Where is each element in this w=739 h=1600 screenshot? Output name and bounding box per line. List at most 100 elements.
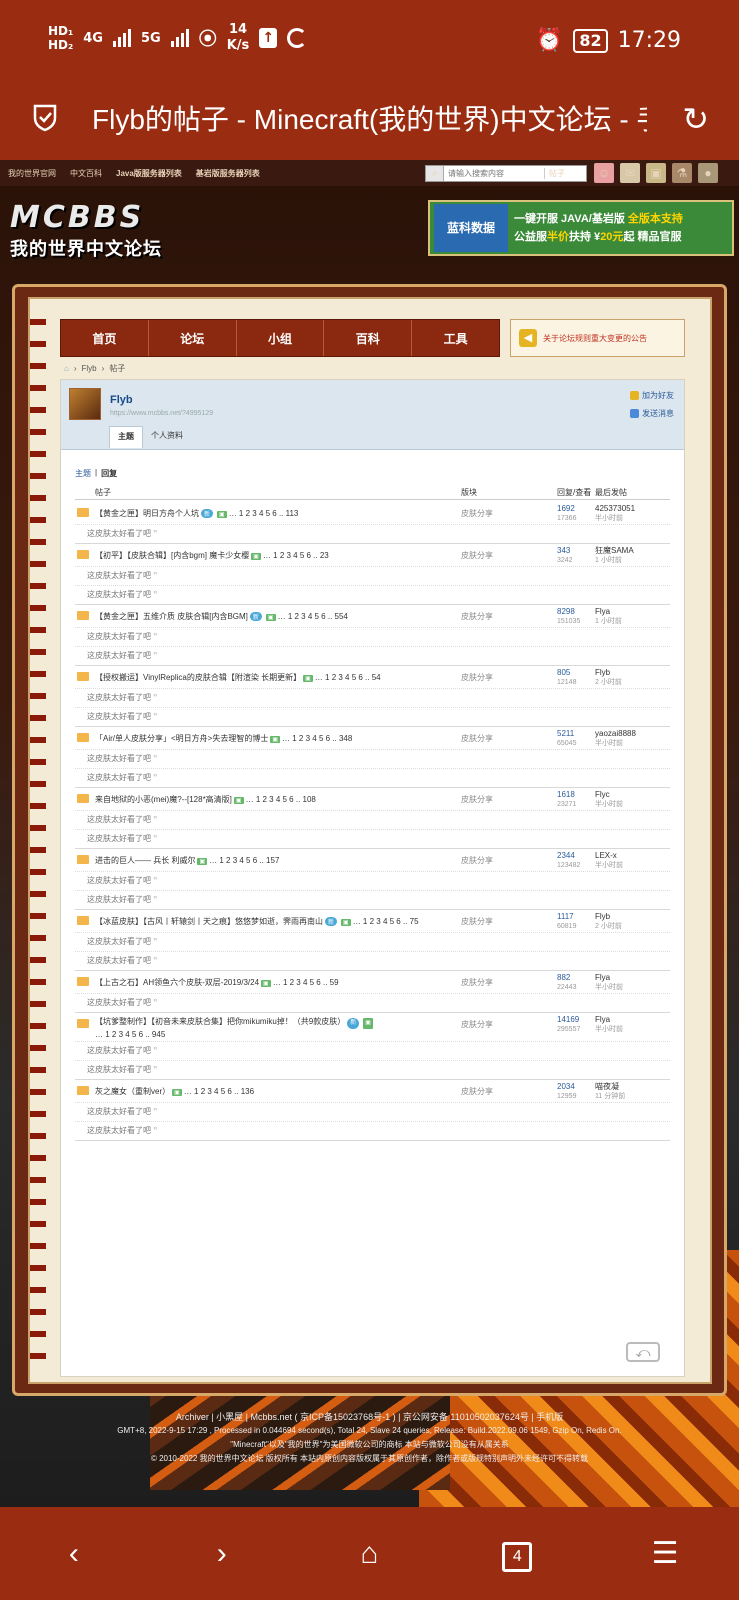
announcement[interactable]: ◀ 关于论坛规则重大变更的公告 (510, 319, 685, 357)
thread-title[interactable]: 【冰蓝皮肤】【古风丨轩辕剑丨天之痕】悠悠梦如逝，霁雨再南山 (95, 917, 323, 926)
page-links[interactable]: 1 2 3 4 5 6 .. 136 (194, 1087, 254, 1096)
thread-title[interactable]: 【黄金之匣】五维介质 皮肤合辑[内含BGM] (95, 612, 248, 621)
board-link[interactable]: 皮肤分享 (461, 916, 493, 927)
last-poster[interactable]: 喵夜凝 (595, 1082, 619, 1091)
last-post-time[interactable]: 2 小时前 (595, 678, 622, 688)
reply-preview[interactable]: 这皮肤太好看了吧 ❞ (75, 1121, 670, 1140)
reply-preview[interactable]: 这皮肤太好看了吧 ❞ (75, 707, 670, 726)
reload-icon[interactable]: ↻ (682, 100, 709, 138)
back-icon[interactable]: ‹ (44, 1537, 104, 1571)
home-nav-icon[interactable]: ⌂ (339, 1537, 399, 1571)
reply-preview[interactable]: 这皮肤太好看了吧 ❞ (75, 688, 670, 707)
tab-topics[interactable]: 主题 (109, 426, 143, 448)
last-post-time[interactable]: 半小时前 (595, 861, 623, 871)
reply-preview[interactable]: 这皮肤太好看了吧 ❞ (75, 871, 670, 890)
last-poster[interactable]: 425373051 (595, 504, 635, 513)
last-poster[interactable]: Flya (595, 1015, 610, 1024)
thread-title[interactable]: 【上古之石】AH领鱼六个皮肤-双层-2019/3/24 (95, 978, 259, 987)
crumb-user[interactable]: Flyb (82, 364, 97, 373)
search-input[interactable] (444, 169, 544, 178)
thread-title[interactable]: 进击的巨人—— 兵长 利威尔 (95, 856, 195, 865)
page-links[interactable]: 1 2 3 4 5 6 .. 59 (283, 978, 339, 987)
board-link[interactable]: 皮肤分享 (461, 1086, 493, 1097)
topnav-official[interactable]: 我的世界官网 (8, 168, 56, 179)
last-post-time[interactable]: 半小时前 (595, 739, 636, 749)
reply-preview[interactable]: 这皮肤太好看了吧 ❞ (75, 1102, 670, 1121)
thread-title[interactable]: 【黄金之匣】明日方舟个人坑 (95, 509, 199, 518)
reply-preview[interactable]: 这皮肤太好看了吧 ❞ (75, 993, 670, 1012)
topnav-wiki[interactable]: 中文百科 (70, 168, 102, 179)
reply-preview[interactable]: 这皮肤太好看了吧 ❞ (75, 566, 670, 585)
shield-icon[interactable] (32, 102, 58, 132)
reply-preview[interactable]: 这皮肤太好看了吧 ❞ (75, 749, 670, 768)
page-links[interactable]: 1 2 3 4 5 6 .. 75 (363, 917, 419, 926)
search-icon[interactable]: ⌕ (426, 166, 444, 181)
reply-preview[interactable]: 这皮肤太好看了吧 ❞ (75, 768, 670, 787)
reply-preview[interactable]: 这皮肤太好看了吧 ❞ (75, 524, 670, 543)
block-icon[interactable]: ▣ (646, 163, 666, 183)
last-post-time[interactable]: 1 小时前 (595, 617, 622, 627)
last-poster[interactable]: Flya (595, 607, 610, 616)
potion-icon[interactable]: ⚗ (672, 163, 692, 183)
mail-icon[interactable]: ✉ (620, 163, 640, 183)
last-poster[interactable]: Flya (595, 973, 610, 982)
thread-title[interactable]: 【授权搬运】VinylReplica的皮肤合辑【附渲染 长期更新】 (95, 673, 301, 682)
reply-preview[interactable]: 这皮肤太好看了吧 ❞ (75, 1041, 670, 1060)
page-links[interactable]: 1 2 3 4 5 6 .. 54 (325, 673, 381, 682)
nav-groups[interactable]: 小组 (237, 320, 325, 356)
tab-profile[interactable]: 个人资料 (143, 426, 191, 448)
board-link[interactable]: 皮肤分享 (461, 977, 493, 988)
page-links[interactable]: 1 2 3 4 5 6 .. 348 (292, 734, 352, 743)
last-poster[interactable]: Flyb (595, 668, 610, 677)
page-links[interactable]: 1 2 3 4 5 6 .. 554 (288, 612, 348, 621)
nav-wiki[interactable]: 百科 (324, 320, 413, 356)
thread-title[interactable]: 【初平】【皮肤合辑】[内含bgm] 魔卡少女樱 (95, 551, 249, 560)
send-message-button[interactable]: 发送消息 (630, 408, 674, 419)
username[interactable]: Flyb (110, 394, 133, 406)
board-link[interactable]: 皮肤分享 (461, 794, 493, 805)
thread-title[interactable]: 【坑爹整制作】【初音未来皮肤合集】把你mikumiku掉！（共9款皮肤） (95, 1017, 345, 1026)
announcement-text[interactable]: 关于论坛规则重大变更的公告 (543, 333, 647, 344)
user-avatar-icon[interactable]: ☺ (594, 163, 614, 183)
tabs-button[interactable]: 4 (487, 1535, 547, 1572)
avatar[interactable] (69, 388, 101, 420)
last-poster[interactable]: Flyb (595, 912, 610, 921)
last-poster[interactable]: LEX-x (595, 851, 617, 860)
board-link[interactable]: 皮肤分享 (461, 1019, 493, 1030)
footer-links[interactable]: Archiver | 小黑屋 | Mcbbs.net ( 京ICP备150237… (0, 1410, 739, 1424)
topnav-bedrock-servers[interactable]: 基岩版服务器列表 (196, 168, 260, 179)
reply-preview[interactable]: 这皮肤太好看了吧 ❞ (75, 951, 670, 970)
last-post-time[interactable]: 半小时前 (595, 1025, 623, 1035)
reply-preview[interactable]: 这皮肤太好看了吧 ❞ (75, 890, 670, 909)
nav-forum[interactable]: 论坛 (149, 320, 237, 356)
thread-title[interactable]: 来自地狱的小恶(mei)魔?--[128*高清版] (95, 795, 232, 804)
reply-preview[interactable]: 这皮肤太好看了吧 ❞ (75, 627, 670, 646)
ad-banner[interactable]: 蓝科数据 一键开服 JAVA/基岩版 全版本支持 公益服半价扶持 ¥20元起 精… (428, 200, 734, 256)
reply-preview[interactable]: 这皮肤太好看了吧 ❞ (75, 1060, 670, 1079)
page-links[interactable]: 1 2 3 4 5 6 .. 23 (273, 551, 329, 560)
forward-icon[interactable]: › (192, 1537, 252, 1571)
thread-title[interactable]: 灰之魔女（重制ver） (95, 1087, 170, 1096)
last-post-time[interactable]: 半小时前 (595, 800, 623, 810)
thread-title[interactable]: 「Air/单人皮肤分享」<明日方舟>失去理智的博士 (95, 734, 268, 743)
reply-preview[interactable]: 这皮肤太好看了吧 ❞ (75, 932, 670, 951)
board-link[interactable]: 皮肤分享 (461, 550, 493, 561)
board-link[interactable]: 皮肤分享 (461, 508, 493, 519)
last-poster[interactable]: yaozai8888 (595, 729, 636, 738)
board-link[interactable]: 皮肤分享 (461, 672, 493, 683)
last-post-time[interactable]: 11 分钟前 (595, 1092, 625, 1102)
last-post-time[interactable]: 半小时前 (595, 983, 623, 993)
search-type-select[interactable]: 帖子 (544, 168, 584, 179)
page-title[interactable]: Flyb的帖子 - Minecraft(我的世界)中文论坛 - 手机版 - Po… (92, 98, 647, 138)
reply-preview[interactable]: 这皮肤太好看了吧 ❞ (75, 646, 670, 665)
page-links[interactable]: 1 2 3 4 5 6 .. 108 (256, 795, 316, 804)
reply-preview[interactable]: 这皮肤太好看了吧 ❞ (75, 829, 670, 848)
board-link[interactable]: 皮肤分享 (461, 611, 493, 622)
page-links[interactable]: 1 2 3 4 5 6 .. 945 (105, 1030, 165, 1039)
last-post-time[interactable]: 2 小时前 (595, 922, 622, 932)
topnav-java-servers[interactable]: Java版服务器列表 (116, 168, 182, 179)
menu-icon[interactable]: ☰ (635, 1536, 695, 1571)
board-link[interactable]: 皮肤分享 (461, 855, 493, 866)
add-friend-button[interactable]: 加为好友 (630, 390, 674, 401)
nav-tools[interactable]: 工具 (412, 320, 499, 356)
